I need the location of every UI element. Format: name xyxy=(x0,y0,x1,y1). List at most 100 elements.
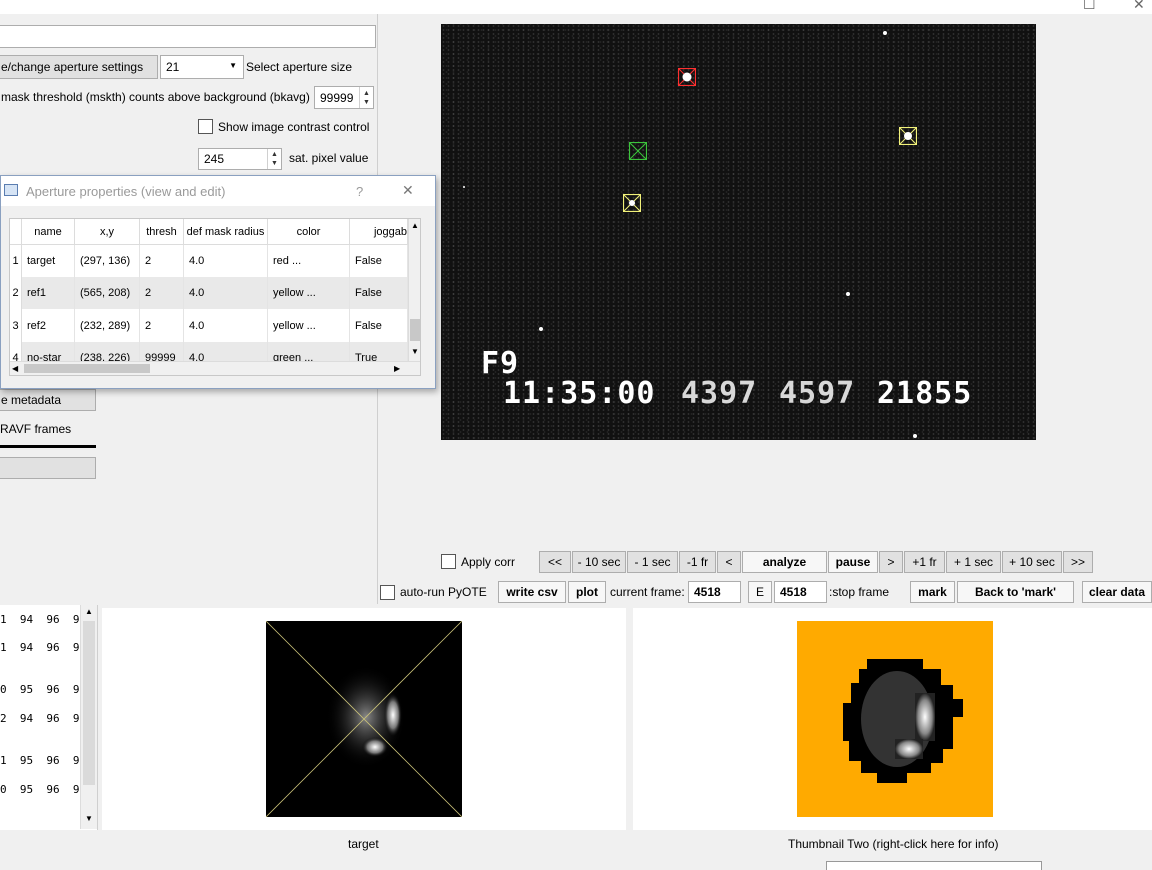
spin-arrows-icon[interactable]: ▲ ▼ xyxy=(359,87,373,108)
table-cell[interactable]: yellow ... xyxy=(268,277,350,309)
step-forward-button[interactable]: > xyxy=(879,551,903,573)
thumbnail-two-caption[interactable]: Thumbnail Two (right-click here for info… xyxy=(788,837,999,851)
scroll-down-icon[interactable]: ▼ xyxy=(85,814,93,823)
scroll-thumb[interactable] xyxy=(24,364,150,373)
column-header[interactable]: def mask radius xyxy=(184,219,268,245)
row-number[interactable]: 1 xyxy=(10,245,22,277)
video-frame[interactable]: F9 11:35:00 4397 4597 21855 xyxy=(441,24,1036,440)
column-header[interactable]: thresh xyxy=(140,219,184,245)
target-aperture-icon[interactable] xyxy=(678,68,696,86)
table-cell[interactable]: red ... xyxy=(268,245,350,277)
scroll-thumb[interactable] xyxy=(410,319,420,341)
table-cell[interactable]: (565, 208) xyxy=(75,277,140,309)
table-cell[interactable]: 4.0 xyxy=(184,309,268,342)
osd-number-3: 21855 xyxy=(877,376,973,411)
no-star-aperture-icon[interactable] xyxy=(629,142,647,160)
table-cell[interactable]: yellow ... xyxy=(268,309,350,342)
log-line: 0 95 96 95 xyxy=(0,783,87,796)
table-cell[interactable]: 4.0 xyxy=(184,245,268,277)
aperture-size-label: Select aperture size xyxy=(246,60,353,74)
table-cell[interactable]: ref1 xyxy=(22,277,75,309)
aperture-size-combo[interactable]: 21 ▼ xyxy=(160,55,244,79)
column-header[interactable]: color xyxy=(268,219,350,245)
aperture-size-value: 21 xyxy=(166,60,180,74)
scroll-down-icon[interactable]: ▼ xyxy=(411,347,419,356)
thumbnail-two-pane[interactable] xyxy=(633,608,1152,830)
plus-10-sec-button[interactable]: + 10 sec xyxy=(1002,551,1062,573)
scroll-left-icon[interactable]: ◀ xyxy=(12,364,18,373)
table-cell[interactable]: False xyxy=(350,309,408,342)
current-frame-field[interactable]: 4518 xyxy=(688,581,741,603)
status-textbox[interactable] xyxy=(0,25,376,48)
back-to-mark-button[interactable]: Back to 'mark' xyxy=(957,581,1074,603)
pause-button[interactable]: pause xyxy=(828,551,878,573)
column-header[interactable]: joggab xyxy=(350,219,408,245)
app-icon xyxy=(4,184,18,196)
table-cell[interactable]: 4.0 xyxy=(184,277,268,309)
mask-threshold-spinbox[interactable]: 99999 ▲ ▼ xyxy=(314,86,374,109)
thumbnail-one-caption: target xyxy=(348,837,379,851)
thumbnail-one-pane[interactable] xyxy=(102,608,626,830)
scroll-thumb[interactable] xyxy=(83,621,95,785)
last-frame-button[interactable]: >> xyxy=(1063,551,1093,573)
log-text-panel[interactable]: 1 94 96 95 1 94 96 94 0 95 96 95 2 94 96… xyxy=(0,605,98,830)
stop-frame-label: :stop frame xyxy=(829,585,890,599)
analyze-button[interactable]: analyze xyxy=(742,551,827,573)
aperture-settings-button[interactable]: e/change aperture settings xyxy=(0,55,158,79)
column-header[interactable]: name xyxy=(22,219,75,245)
dialog-title: Aperture properties (view and edit) xyxy=(26,184,226,199)
first-frame-button[interactable]: << xyxy=(539,551,571,573)
auto-run-pyote-checkbox[interactable] xyxy=(380,585,395,600)
metadata-button[interactable]: e metadata xyxy=(0,389,96,411)
scroll-right-icon[interactable]: ▶ xyxy=(394,364,400,373)
apply-corr-checkbox[interactable] xyxy=(441,554,456,569)
contrast-checkbox[interactable] xyxy=(198,119,213,134)
spin-arrows-icon[interactable]: ▲ ▼ xyxy=(267,149,281,169)
tooltip-fragment xyxy=(826,861,1042,870)
plus-1-sec-button[interactable]: + 1 sec xyxy=(946,551,1001,573)
log-line: 1 94 96 94 xyxy=(0,641,87,654)
e-button[interactable]: E xyxy=(748,581,772,603)
table-cell[interactable]: (297, 136) xyxy=(75,245,140,277)
step-back-button[interactable]: < xyxy=(717,551,741,573)
table-cell[interactable]: False xyxy=(350,277,408,309)
table-cell[interactable]: 2 xyxy=(140,277,184,309)
log-line: 1 95 96 95 xyxy=(0,754,87,767)
apply-corr-label: Apply corr xyxy=(461,555,516,569)
minus-10-sec-button[interactable]: - 10 sec xyxy=(572,551,626,573)
divider-line xyxy=(0,445,96,448)
clear-data-button[interactable]: clear data xyxy=(1082,581,1152,603)
row-number[interactable]: 2 xyxy=(10,277,22,309)
write-csv-button[interactable]: write csv xyxy=(498,581,566,603)
table-cell[interactable]: target xyxy=(22,245,75,277)
table-cell[interactable]: ref2 xyxy=(22,309,75,342)
close-icon[interactable]: ✕ xyxy=(402,182,414,199)
stop-frame-field[interactable]: 4518 xyxy=(774,581,827,603)
contrast-checkbox-label: Show image contrast control xyxy=(218,120,370,134)
plus-1-frame-button[interactable]: +1 fr xyxy=(904,551,945,573)
table-cell[interactable]: (232, 289) xyxy=(75,309,140,342)
table-vscrollbar[interactable]: ▲ ▼ xyxy=(408,219,420,361)
sat-pixel-spinbox[interactable]: 245 ▲ ▼ xyxy=(198,148,282,170)
plot-button[interactable]: plot xyxy=(568,581,606,603)
log-vscrollbar[interactable]: ▲ ▼ xyxy=(80,605,97,829)
table-cell[interactable]: 2 xyxy=(140,309,184,342)
ref2-aperture-icon[interactable] xyxy=(623,194,641,212)
mark-button[interactable]: mark xyxy=(910,581,955,603)
close-window-icon[interactable]: ✕ xyxy=(1133,0,1145,13)
maximize-icon[interactable]: ☐ xyxy=(1083,0,1096,13)
scroll-up-icon[interactable]: ▲ xyxy=(411,221,419,230)
scroll-up-icon[interactable]: ▲ xyxy=(85,607,93,616)
blank-button[interactable] xyxy=(0,457,96,479)
minus-1-sec-button[interactable]: - 1 sec xyxy=(627,551,678,573)
column-header[interactable]: x,y xyxy=(75,219,140,245)
star xyxy=(883,31,887,35)
row-number[interactable]: 3 xyxy=(10,309,22,342)
table-hscrollbar[interactable]: ◀ ▶ xyxy=(10,361,420,375)
table-cell[interactable]: 2 xyxy=(140,245,184,277)
ref1-aperture-icon[interactable] xyxy=(899,127,917,145)
sat-pixel-value: 245 xyxy=(204,152,225,166)
help-icon[interactable]: ? xyxy=(356,184,363,199)
minus-1-frame-button[interactable]: -1 fr xyxy=(679,551,716,573)
table-cell[interactable]: False xyxy=(350,245,408,277)
